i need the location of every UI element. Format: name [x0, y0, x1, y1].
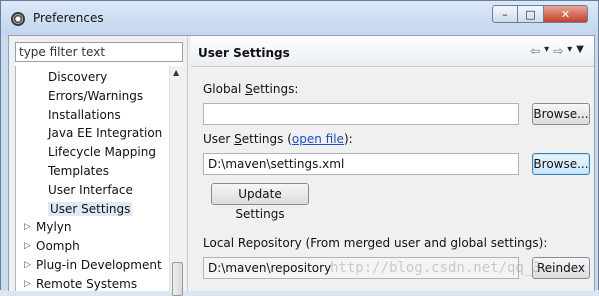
page-navigation: ⇦ ▾ ⇨ ▾ ▼ [530, 44, 584, 58]
tree-scrollbar[interactable]: ▲ [169, 66, 184, 296]
tree-item-label: Discovery [48, 70, 108, 84]
preference-page: User Settings ⇦ ▾ ⇨ ▾ ▼ Global Settings:… [191, 36, 594, 291]
back-arrow-icon[interactable]: ⇦ [530, 44, 540, 58]
user-settings-field[interactable]: D:\maven\settings.xml [203, 153, 519, 175]
preferences-window: Preferences – □ ✕ Discovery Errors/Warnin… [0, 0, 599, 296]
minimize-button[interactable]: – [492, 5, 518, 23]
global-settings-field[interactable] [203, 103, 519, 125]
tree-item[interactable]: Installations [48, 106, 121, 124]
close-icon: ✕ [560, 7, 571, 21]
preference-tree: Discovery Errors/Warnings Installations Jav… [15, 66, 172, 291]
title-bar[interactable]: Preferences – □ ✕ [1, 1, 598, 35]
watermark: http://blog.csdn.net/qq_3 [330, 260, 541, 276]
global-settings-browse-button[interactable]: Browse... [532, 103, 590, 125]
tree-item-label: User Interface [48, 182, 133, 197]
back-history-dropdown-icon[interactable]: ▾ [544, 44, 549, 58]
update-settings-button[interactable]: Update Settings [211, 183, 309, 221]
tree-item-label: Mylyn [36, 220, 72, 235]
tree-item-label: Java EE Integration [48, 126, 163, 141]
tree-item[interactable]: Errors/Warnings [48, 87, 143, 105]
user-settings-browse-button[interactable]: Browse... [532, 153, 590, 175]
tree-item-label: Templates [48, 164, 110, 178]
scroll-up-icon[interactable]: ▲ [173, 68, 179, 77]
user-settings-label: User Settings (open file): [203, 132, 353, 146]
maximize-button[interactable]: □ [518, 5, 544, 23]
filter-field[interactable] [15, 42, 183, 62]
window-controls: – □ ✕ [492, 5, 588, 23]
page-header: User Settings ⇦ ▾ ⇨ ▾ ▼ [191, 36, 594, 67]
tree-item[interactable]: User Interface [48, 181, 133, 199]
filter-input[interactable] [19, 44, 169, 60]
eclipse-app-icon [11, 12, 25, 26]
tree-item-label: User Settings [48, 201, 133, 216]
expand-arrow-icon[interactable]: ▷ [24, 256, 36, 274]
tree-item-label: Lifecycle Mapping [48, 145, 156, 160]
tree-item[interactable]: ▷ Plug-in Development [24, 256, 162, 274]
tree-item[interactable]: ▷ Mylyn [24, 218, 72, 236]
forward-history-dropdown-icon[interactable]: ▾ [567, 44, 572, 58]
dialog-client-area: Discovery Errors/Warnings Installations Jav… [8, 35, 595, 296]
global-settings-label: Global Settings: [203, 82, 299, 96]
minimize-icon: – [502, 7, 508, 21]
expand-arrow-icon[interactable]: ▷ [24, 218, 36, 236]
forward-arrow-icon[interactable]: ⇨ [553, 44, 563, 58]
tree-item[interactable]: Lifecycle Mapping [48, 143, 156, 161]
local-repository-label: Local Repository (From merged user and g… [203, 236, 548, 250]
page-title: User Settings [198, 46, 290, 60]
expand-arrow-icon[interactable]: ▷ [24, 237, 36, 255]
tree-item[interactable]: Discovery [48, 68, 107, 86]
tree-item[interactable]: Java EE Integration [48, 124, 162, 142]
tree-item-label: Plug-in Development [36, 258, 162, 272]
open-file-link[interactable]: open file [292, 132, 344, 146]
tree-item-label: Oomph [36, 239, 80, 254]
tree-item-label: Installations [48, 107, 121, 122]
close-button[interactable]: ✕ [544, 5, 588, 23]
tree-item[interactable]: Templates [48, 162, 109, 180]
tree-item[interactable]: ▷ Oomph [24, 237, 80, 255]
preference-tree-panel: Discovery Errors/Warnings Installations Jav… [15, 42, 184, 296]
scroll-thumb[interactable] [172, 262, 183, 296]
view-menu-icon[interactable]: ▼ [576, 44, 584, 58]
window-title: Preferences [33, 11, 104, 25]
tree-item-label: Errors/Warnings [48, 88, 144, 103]
maximize-icon: □ [525, 7, 536, 21]
tree-item[interactable]: User Settings [48, 200, 133, 218]
